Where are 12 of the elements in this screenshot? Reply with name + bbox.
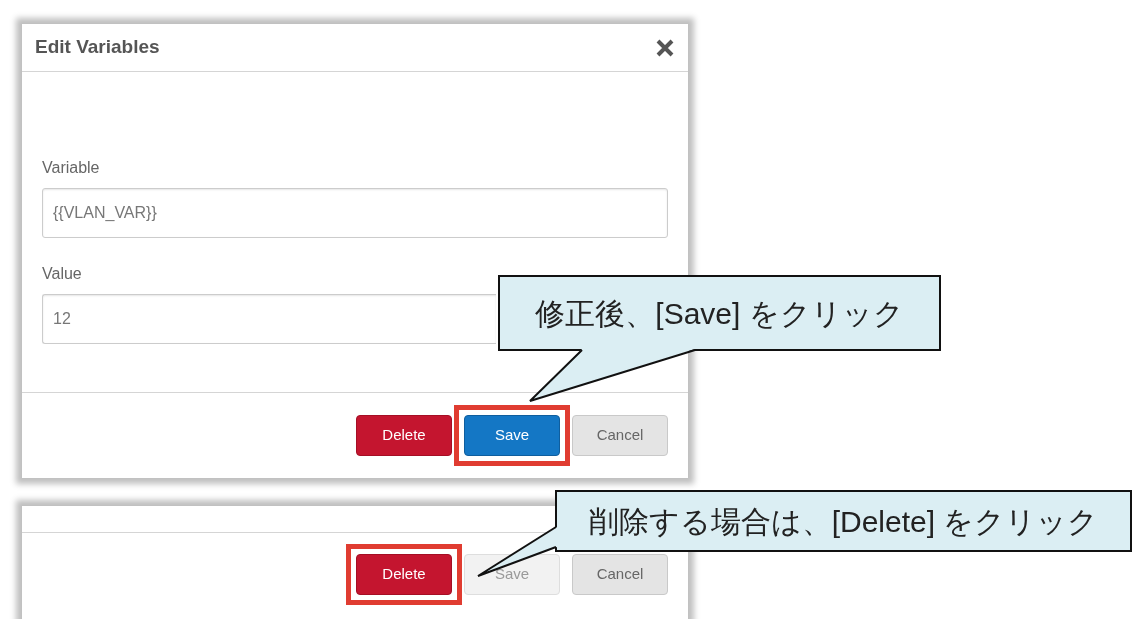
cancel-button[interactable]: Cancel	[572, 554, 668, 595]
save-button[interactable]: Save	[464, 415, 560, 456]
callout: 削除する場合は、[Delete] をクリック	[555, 490, 1132, 552]
input-field[interactable]: {{VLAN_VAR}}	[42, 188, 668, 238]
field-label: Value	[42, 264, 83, 284]
field-label: Variable	[42, 158, 101, 178]
cancel-button[interactable]: Cancel	[572, 415, 668, 456]
input-field[interactable]: 12	[42, 294, 496, 344]
close-icon[interactable]	[655, 37, 675, 58]
dialog-title: Edit Variables	[35, 35, 160, 60]
delete-button[interactable]: Delete	[356, 415, 452, 456]
delete-button[interactable]: Delete	[356, 554, 452, 595]
